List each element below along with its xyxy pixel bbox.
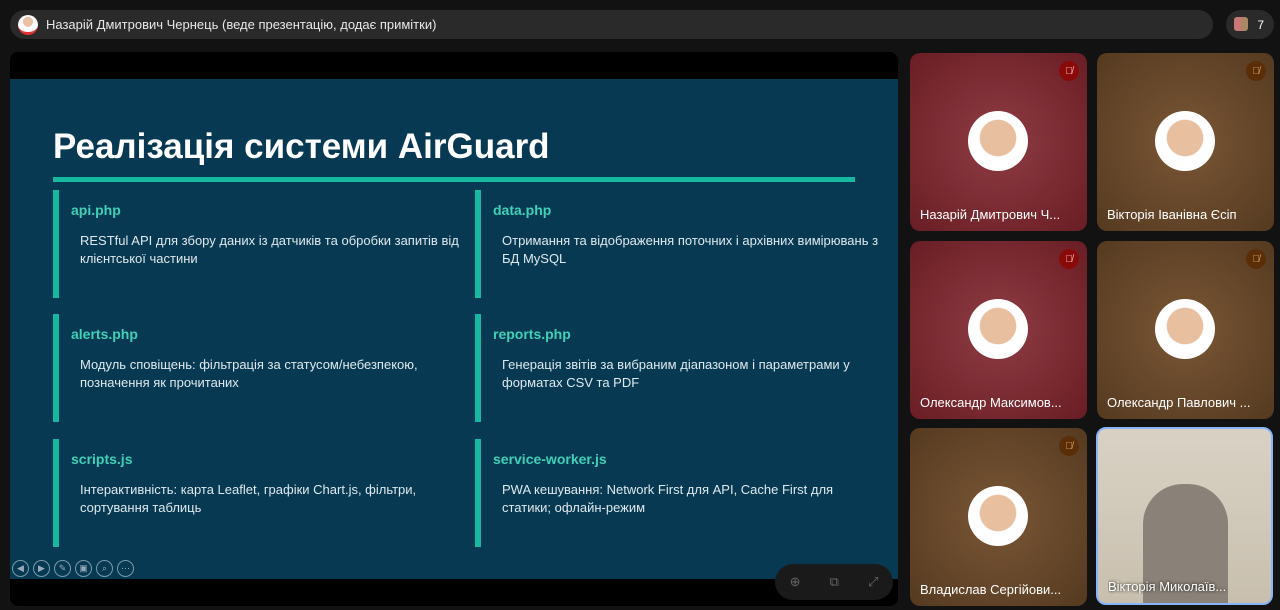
participant-name: Владислав Сергійови...	[920, 582, 1062, 597]
participant-name: Назарій Дмитрович Ч...	[920, 207, 1061, 222]
card-title: data.php	[493, 202, 552, 218]
card-scripts: scripts.js Інтерактивність: карта Leaflet…	[53, 439, 453, 547]
card-desc: Інтерактивність: карта Leaflet, графіки …	[80, 482, 417, 515]
pen-icon[interactable]: ✎	[54, 560, 71, 577]
card-reports: reports.php Генерація звітів за вибраним …	[475, 314, 875, 422]
participants-icon	[1234, 17, 1248, 31]
presenter-avatar	[18, 14, 38, 35]
participant-tile[interactable]: 🎙̸ Олександр Максимов...	[910, 241, 1087, 419]
more-icon[interactable]: ⋯	[117, 560, 134, 577]
mic-off-icon: 🎙̸	[1059, 249, 1079, 269]
participant-tile[interactable]: 🎙̸ Владислав Сергійови...	[910, 428, 1087, 606]
presenter-label: Назарій Дмитрович Чернець (веде презента…	[46, 17, 437, 32]
zoom-in-icon[interactable]: ⊕	[790, 574, 801, 590]
participant-name: Олександр Павлович ...	[1107, 395, 1251, 410]
card-title: scripts.js	[71, 451, 133, 467]
card-title: service-worker.js	[493, 451, 607, 467]
avatar	[968, 486, 1028, 546]
mic-off-icon: 🎙̸	[1246, 61, 1266, 81]
next-slide-icon[interactable]: ▶	[33, 560, 50, 577]
stage-controls: ⊕ ⧉ ⤢	[775, 564, 893, 600]
title-divider	[53, 177, 855, 182]
presentation-stage: Реалізація системи AirGuard api.php RESTf…	[10, 52, 898, 606]
card-desc: Модуль сповіщень: фільтрація за статусом…	[80, 357, 418, 390]
slide-title: Реалізація системи AirGuard	[53, 127, 550, 166]
mic-off-icon: 🎙̸	[1059, 436, 1079, 456]
popout-icon[interactable]: ⧉	[830, 574, 839, 590]
card-desc: RESTful API для збору даних із датчиків …	[80, 233, 459, 266]
card-desc: PWA кешування: Network First для API, Ca…	[502, 482, 834, 515]
card-data: data.php Отримання та відображення поточн…	[475, 190, 878, 298]
slide: Реалізація системи AirGuard api.php RESTf…	[10, 79, 898, 579]
card-title: reports.php	[493, 326, 571, 342]
card-desc: Генерація звітів за вибраним діапазоном …	[502, 357, 850, 390]
participant-tile[interactable]: 🎙̸ Назарій Дмитрович Ч...	[910, 53, 1087, 231]
zoom-icon[interactable]: ⌕	[96, 560, 113, 577]
presenter-bar: Назарій Дмитрович Чернець (веде презента…	[10, 10, 1213, 39]
participant-name: Вікторія Іванівна Єсіп	[1107, 207, 1237, 222]
participant-name: Вікторія Миколаїв...	[1108, 579, 1227, 594]
avatar	[968, 299, 1028, 359]
participant-name: Олександр Максимов...	[920, 395, 1062, 410]
participant-tile[interactable]: 🎙̸ Олександр Павлович ...	[1097, 241, 1274, 419]
mic-off-icon: 🎙̸	[1059, 61, 1079, 81]
slides-icon[interactable]: ▣	[75, 560, 92, 577]
avatar	[1155, 299, 1215, 359]
card-title: api.php	[71, 202, 121, 218]
participant-tile-video[interactable]: Вікторія Миколаїв...	[1096, 427, 1273, 605]
avatar	[968, 111, 1028, 171]
participant-count: 7	[1257, 17, 1264, 32]
avatar	[1155, 111, 1215, 171]
card-service-worker: service-worker.js PWA кешування: Network …	[475, 439, 875, 547]
mic-off-icon: 🎙̸	[1246, 249, 1266, 269]
prev-slide-icon[interactable]: ◀	[12, 560, 29, 577]
card-alerts: alerts.php Модуль сповіщень: фільтрація з…	[53, 314, 453, 422]
card-api: api.php RESTful API для збору даних із да…	[53, 190, 459, 298]
card-title: alerts.php	[71, 326, 138, 342]
participants-button[interactable]: 7	[1226, 10, 1274, 39]
fullscreen-icon[interactable]: ⤢	[868, 574, 878, 590]
participant-tile[interactable]: 🎙̸ Вікторія Іванівна Єсіп	[1097, 53, 1274, 231]
card-desc: Отримання та відображення поточних і арх…	[502, 233, 879, 266]
